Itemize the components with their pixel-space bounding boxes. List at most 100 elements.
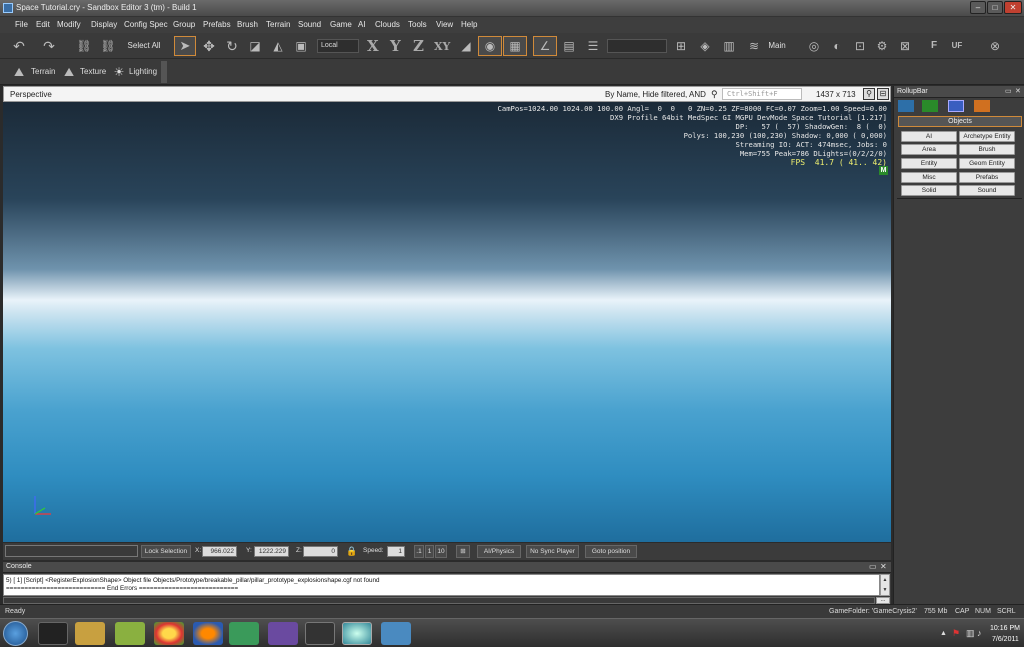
terrain-button[interactable]: Terrain (31, 67, 55, 76)
menu-brush[interactable]: Brush (237, 20, 258, 29)
select-all-button[interactable]: Select All (124, 37, 164, 55)
console-log[interactable]: 5) [ 1] [Script] <RegisterExplosionShape… (3, 574, 880, 596)
console-close-icon[interactable]: ✕ (880, 562, 887, 571)
ruler-icon[interactable]: ▤ (560, 37, 578, 55)
list-icon[interactable]: ☰ (584, 37, 602, 55)
app-icon[interactable] (3, 3, 13, 13)
command-input[interactable] (5, 545, 138, 557)
ai-physics-button[interactable]: AI/Physics (477, 545, 521, 558)
menu-terrain[interactable]: Terrain (266, 20, 290, 29)
speed-preset-10[interactable]: 10 (435, 545, 447, 558)
ai-button[interactable]: AI (901, 131, 957, 142)
prefabs-button[interactable]: Prefabs (959, 172, 1015, 183)
camera-icon[interactable]: ⚲ (863, 88, 875, 100)
close-button[interactable]: ✕ (1004, 1, 1022, 14)
rollup-close-icon[interactable]: ✕ (1015, 87, 1021, 95)
settings-icon[interactable]: ⊗ (986, 37, 1004, 55)
menu-modify[interactable]: Modify (57, 20, 81, 29)
geom-entity-button[interactable]: Geom Entity (959, 158, 1015, 169)
network-icon[interactable]: ⊞ (456, 545, 470, 558)
flag-icon[interactable]: ⚑ (952, 628, 960, 639)
brush-button[interactable]: Brush (959, 144, 1015, 155)
speed-field[interactable]: 1 (387, 546, 405, 557)
ai-icon[interactable]: ⊠ (896, 37, 914, 55)
console-pin-icon[interactable]: ▭ (869, 562, 877, 571)
selection-set-select[interactable] (607, 39, 667, 53)
console-scrollbar[interactable]: ▲ ▼ (880, 574, 890, 596)
goto-position-button[interactable]: Goto position (585, 545, 637, 558)
menu-tools[interactable]: Tools (408, 20, 427, 29)
entity-button[interactable]: Entity (901, 158, 957, 169)
libraries-taskbar-icon[interactable] (115, 622, 145, 645)
start-button[interactable] (3, 621, 28, 646)
y-coordinate-field[interactable]: 1222.229 (254, 546, 289, 557)
menu-help[interactable]: Help (461, 20, 477, 29)
unlink-icon[interactable]: ⛓ (98, 37, 118, 55)
flowgraph-icon[interactable]: F (925, 37, 943, 55)
axis-y-button[interactable]: Y (390, 37, 401, 55)
object-search-input[interactable]: Ctrl+Shift+F (722, 88, 802, 100)
misc-button[interactable]: Misc (901, 172, 957, 183)
lighting-button[interactable]: Lighting (129, 67, 157, 76)
menu-group[interactable]: Group (173, 20, 195, 29)
object-snap-icon[interactable]: ▣ (292, 37, 310, 55)
sandbox-taskbar-icon[interactable] (342, 622, 372, 645)
console-input[interactable] (3, 597, 875, 604)
speed-preset-1[interactable]: 1 (425, 545, 434, 558)
menu-clouds[interactable]: Clouds (375, 20, 400, 29)
rollup-pin-icon[interactable]: ▭ (1005, 87, 1012, 95)
redo-icon[interactable]: ↷ (40, 37, 58, 55)
track-view-icon[interactable]: ▥ (720, 37, 738, 55)
menu-file[interactable]: File (15, 20, 28, 29)
menu-ai[interactable]: AI (358, 20, 366, 29)
viewport-label[interactable]: Perspective (10, 90, 52, 99)
coord-space-select[interactable]: Local (317, 39, 359, 53)
layers-icon[interactable]: ≋ (745, 37, 763, 55)
search-filter-label[interactable]: By Name, Hide filtered, AND (605, 90, 706, 99)
link-icon[interactable]: ⛓ (74, 37, 94, 55)
no-sync-player-button[interactable]: No Sync Player (526, 545, 579, 558)
rotate-icon[interactable]: ↻ (223, 37, 241, 55)
menu-game[interactable]: Game (330, 20, 352, 29)
menu-view[interactable]: View (436, 20, 453, 29)
perspective-viewport[interactable]: CamPos=1024.00 1024.00 100.00 Angl= 0 0 … (3, 102, 891, 542)
archetype-entity-button[interactable]: Archetype Entity (959, 131, 1015, 142)
app-taskbar-icon[interactable] (268, 622, 298, 645)
sound-button[interactable]: Sound (959, 185, 1015, 196)
hide-icon[interactable]: ◐ (828, 37, 846, 55)
tab-display[interactable] (948, 100, 964, 112)
network-tray-icon[interactable]: ▥ (966, 628, 975, 639)
axis-x-button[interactable]: X (367, 37, 379, 55)
objects-section-header[interactable]: Objects (898, 116, 1022, 127)
clock-time[interactable]: 10:16 PM (990, 625, 1020, 632)
volume-icon[interactable]: ♪ (977, 628, 982, 638)
axis-z-button[interactable]: Z (413, 37, 424, 55)
console-more-button[interactable]: ... (876, 597, 890, 604)
menu-display[interactable]: Display (91, 20, 117, 29)
terrain-snap-icon[interactable]: ◭ (269, 37, 287, 55)
tab-layers[interactable] (974, 100, 990, 112)
x-coordinate-field[interactable]: 966.022 (202, 546, 237, 557)
explorer-taskbar-icon[interactable] (75, 622, 105, 645)
cmd-taskbar-icon[interactable] (38, 622, 68, 645)
axis-xy-button[interactable]: XY (434, 40, 450, 53)
steam-taskbar-icon[interactable] (305, 622, 335, 645)
terrain-follow-icon[interactable]: ◢ (456, 37, 476, 55)
lock-icon[interactable]: 🔒 (346, 546, 357, 557)
texture-button[interactable]: Texture (80, 67, 106, 76)
menu-edit[interactable]: Edit (36, 20, 50, 29)
ui-editor-icon[interactable]: UF (948, 37, 966, 55)
maximize-button[interactable]: □ (987, 1, 1003, 14)
layer-name[interactable]: Main (765, 37, 789, 55)
area-button[interactable]: Area (901, 144, 957, 155)
tray-expand-icon[interactable]: ▲ (940, 630, 947, 637)
z-coordinate-field[interactable]: 0 (303, 546, 338, 557)
physics-icon[interactable]: ⚙ (873, 37, 891, 55)
menu-config-spec[interactable]: Config Spec (124, 20, 168, 29)
firefox-taskbar-icon[interactable] (193, 622, 223, 645)
menu-sound[interactable]: Sound (298, 20, 321, 29)
scale-icon[interactable]: ◪ (246, 37, 264, 55)
move-icon[interactable]: ✥ (200, 37, 218, 55)
speed-preset-0-1[interactable]: .1 (414, 545, 424, 558)
menu-prefabs[interactable]: Prefabs (203, 20, 231, 29)
